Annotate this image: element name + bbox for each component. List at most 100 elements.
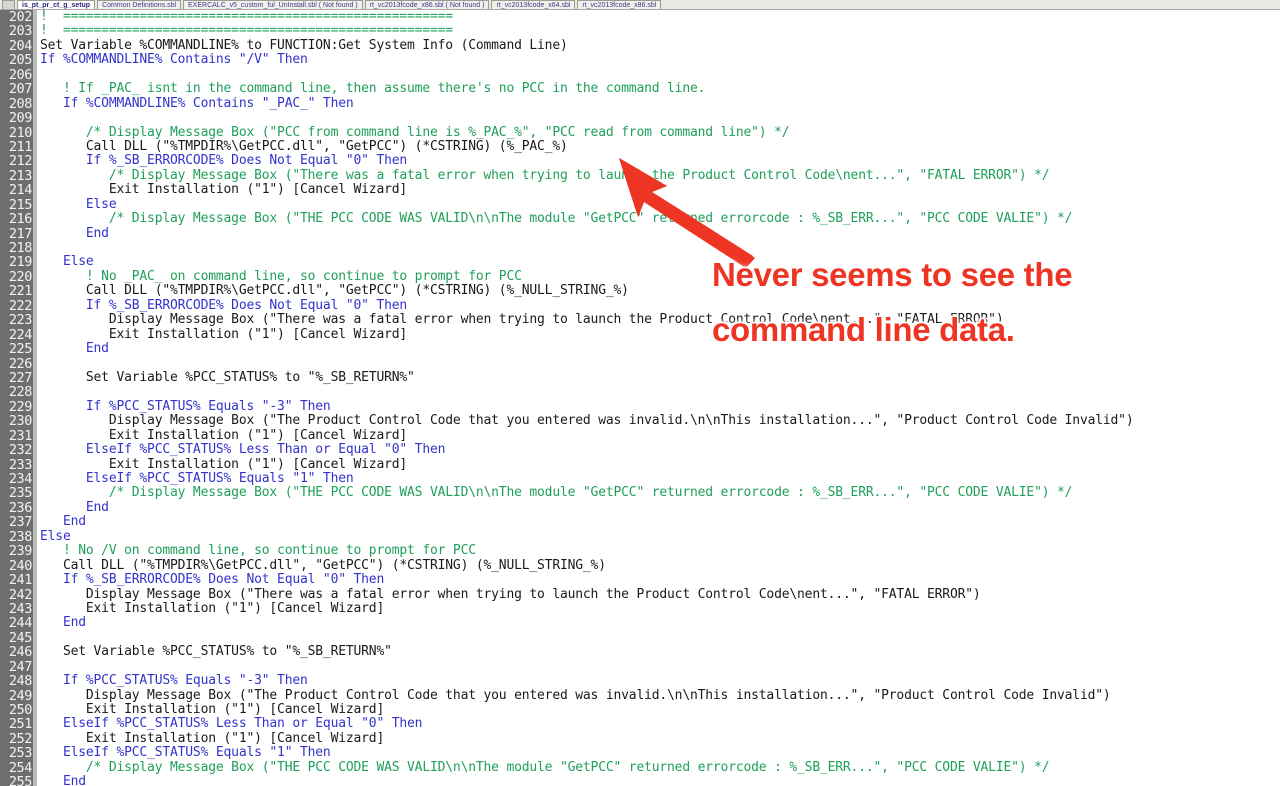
code-line-228[interactable]: 228	[0, 385, 1280, 400]
code-line-246[interactable]: 246 Set Variable %PCC_STATUS% to "%_SB_R…	[0, 645, 1280, 660]
code-line-241[interactable]: 241 If %_SB_ERRORCODE% Does Not Equal "0…	[0, 572, 1280, 589]
code-line-213[interactable]: 213 /* Display Message Box ("There was a…	[0, 168, 1280, 183]
line-number: 206	[8, 66, 33, 83]
code-line-253[interactable]: 253 ElseIf %PCC_STATUS% Equals "1" Then	[0, 745, 1280, 762]
line-number: 232	[8, 442, 33, 459]
line-number: 244	[8, 615, 33, 632]
line-number: 229	[8, 398, 33, 415]
code-line-248[interactable]: 248 If %PCC_STATUS% Equals "-3" Then	[0, 673, 1280, 688]
line-text: /* Display Message Box ("THE PCC CODE WA…	[40, 759, 1050, 775]
editor-tab-2[interactable]: EXERCALC_v5_custom_ful_UnInstall.sbl ( N…	[183, 0, 363, 9]
code-line-234[interactable]: 234 ElseIf %PCC_STATUS% Equals "1" Then	[0, 471, 1280, 486]
line-text: Else	[40, 254, 94, 270]
editor-tab-3[interactable]: rt_vc2013fcode_x86.sbl ( Not found )	[364, 0, 490, 9]
code-line-242[interactable]: 242 Display Message Box ("There was a fa…	[0, 587, 1280, 602]
line-number: 218	[8, 240, 33, 256]
code-line-225[interactable]: 225 End	[0, 341, 1280, 356]
code-line-205[interactable]: 205 If %COMMANDLINE% Contains "/V" Then	[0, 52, 1280, 69]
code-line-207[interactable]: 207 ! If _PAC_ isnt in the command line,…	[0, 81, 1280, 97]
code-lines-container[interactable]: 202 ! ===================================…	[0, 10, 1280, 786]
line-number: 219	[8, 254, 33, 271]
line-number: 220	[8, 268, 33, 285]
code-line-247[interactable]: 247	[0, 658, 1280, 675]
code-line-232[interactable]: 232 ElseIf %PCC_STATUS% Less Than or Equ…	[0, 442, 1280, 459]
code-line-231[interactable]: 231 Exit Installation ("1") [Cancel Wiza…	[0, 427, 1280, 443]
line-number: 255	[8, 774, 33, 786]
editor-tab-0[interactable]: is_pt_pr_ct_g_setup	[17, 0, 96, 9]
line-number: 250	[8, 702, 33, 718]
line-text: /* Display Message Box ("THE PCC CODE WA…	[40, 211, 1073, 227]
code-line-209[interactable]: 209	[0, 111, 1280, 126]
code-line-206[interactable]: 206	[0, 66, 1280, 83]
line-text: ! If _PAC_ isnt in the command line, the…	[40, 81, 706, 97]
code-line-233[interactable]: 233 Exit Installation ("1") [Cancel Wiza…	[0, 456, 1280, 473]
code-line-218[interactable]: 218	[0, 240, 1280, 256]
line-number: 252	[8, 730, 33, 747]
line-text: End	[40, 615, 86, 631]
code-line-250[interactable]: 250 Exit Installation ("1") [Cancel Wiza…	[0, 702, 1280, 718]
code-line-254[interactable]: 254 /* Display Message Box ("THE PCC COD…	[0, 759, 1280, 775]
line-text: Exit Installation ("1") [Cancel Wizard]	[40, 427, 408, 443]
code-line-249[interactable]: 249 Display Message Box ("The Product Co…	[0, 688, 1280, 703]
line-number: 245	[8, 629, 33, 646]
line-text: Exit Installation ("1") [Cancel Wizard]	[40, 326, 408, 342]
code-line-238[interactable]: 238 Else	[0, 529, 1280, 544]
code-line-236[interactable]: 236 End	[0, 500, 1280, 515]
line-text: End	[40, 514, 86, 530]
line-number: 226	[8, 355, 33, 372]
code-line-202[interactable]: 202 ! ===================================…	[0, 10, 1280, 24]
line-number: 222	[8, 297, 33, 314]
editor-tab-5[interactable]: rt_vc2013fcode_x86.sbl	[577, 0, 662, 9]
code-line-255[interactable]: 255 End	[0, 774, 1280, 786]
code-line-212[interactable]: 212 If %_SB_ERRORCODE% Does Not Equal "0…	[0, 153, 1280, 170]
code-line-240[interactable]: 240 Call DLL ("%TMPDIR%\GetPCC.dll", "Ge…	[0, 557, 1280, 574]
code-line-244[interactable]: 244 End	[0, 615, 1280, 632]
line-text: Exit Installation ("1") [Cancel Wizard]	[40, 702, 385, 717]
line-number: 253	[8, 745, 33, 762]
code-line-211[interactable]: 211 Call DLL ("%TMPDIR%\GetPCC.dll", "Ge…	[0, 139, 1280, 154]
code-line-214[interactable]: 214 Exit Installation ("1") [Cancel Wiza…	[0, 183, 1280, 198]
editor-tab-strip[interactable]: is_pt_pr_ct_g_setup Common Definitions.sb…	[0, 0, 1280, 10]
code-line-221[interactable]: 221 Call DLL ("%TMPDIR%\GetPCC.dll", "Ge…	[0, 284, 1280, 299]
line-text: End	[40, 774, 86, 786]
line-text: ElseIf %PCC_STATUS% Equals "1" Then	[40, 471, 354, 486]
line-number: 240	[8, 557, 33, 574]
line-number: 205	[8, 52, 33, 69]
code-line-208[interactable]: 208 If %COMMANDLINE% Contains "_PAC_" Th…	[0, 96, 1280, 111]
code-line-251[interactable]: 251 ElseIf %PCC_STATUS% Less Than or Equ…	[0, 717, 1280, 732]
code-line-237[interactable]: 237 End	[0, 514, 1280, 530]
code-line-216[interactable]: 216 /* Display Message Box ("THE PCC COD…	[0, 211, 1280, 227]
editor-tab-4[interactable]: rt_vc2013fcode_x64.sbl	[491, 0, 576, 9]
code-line-215[interactable]: 215 Else	[0, 197, 1280, 212]
code-line-210[interactable]: 210 /* Display Message Box ("PCC from co…	[0, 125, 1280, 140]
line-text: Display Message Box ("There was a fatal …	[40, 312, 1004, 328]
line-number: 212	[8, 153, 33, 170]
code-line-227[interactable]: 227 Set Variable %PCC_STATUS% to "%_SB_R…	[0, 369, 1280, 385]
code-line-230[interactable]: 230 Display Message Box ("The Product Co…	[0, 414, 1280, 429]
line-text: ElseIf %PCC_STATUS% Equals "1" Then	[40, 745, 331, 761]
code-line-204[interactable]: 204 Set Variable %COMMANDLINE% to FUNCTIO…	[0, 37, 1280, 53]
code-line-239[interactable]: 239 ! No /V on command line, so continue…	[0, 543, 1280, 558]
line-number: 243	[8, 600, 33, 617]
code-line-222[interactable]: 222 If %_SB_ERRORCODE% Does Not Equal "0…	[0, 297, 1280, 314]
code-line-226[interactable]: 226	[0, 355, 1280, 372]
code-line-203[interactable]: 203 ! ===================================…	[0, 24, 1280, 39]
code-line-229[interactable]: 229 If %PCC_STATUS% Equals "-3" Then	[0, 398, 1280, 415]
code-line-243[interactable]: 243 Exit Installation ("1") [Cancel Wiza…	[0, 600, 1280, 617]
line-number: 241	[8, 572, 33, 589]
editor-tab-1[interactable]: Common Definitions.sbl	[97, 0, 182, 9]
code-line-219[interactable]: 219 Else	[0, 254, 1280, 271]
line-number: 247	[8, 658, 33, 675]
line-text: ElseIf %PCC_STATUS% Less Than or Equal "…	[40, 442, 446, 458]
code-line-217[interactable]: 217 End	[0, 226, 1280, 241]
code-line-220[interactable]: 220 ! No _PAC_ on command line, so conti…	[0, 268, 1280, 285]
line-text: Set Variable %COMMANDLINE% to FUNCTION:G…	[40, 37, 568, 53]
code-line-252[interactable]: 252 Exit Installation ("1") [Cancel Wiza…	[0, 730, 1280, 747]
code-line-223[interactable]: 223 Display Message Box ("There was a fa…	[0, 312, 1280, 328]
code-line-245[interactable]: 245	[0, 629, 1280, 646]
code-line-235[interactable]: 235 /* Display Message Box ("THE PCC COD…	[0, 486, 1280, 501]
line-text: Set Variable %PCC_STATUS% to "%_SB_RETUR…	[40, 369, 415, 385]
code-editor-pane[interactable]: 202 ! ===================================…	[0, 10, 1280, 786]
line-number: 233	[8, 456, 33, 473]
code-line-224[interactable]: 224 Exit Installation ("1") [Cancel Wiza…	[0, 326, 1280, 342]
